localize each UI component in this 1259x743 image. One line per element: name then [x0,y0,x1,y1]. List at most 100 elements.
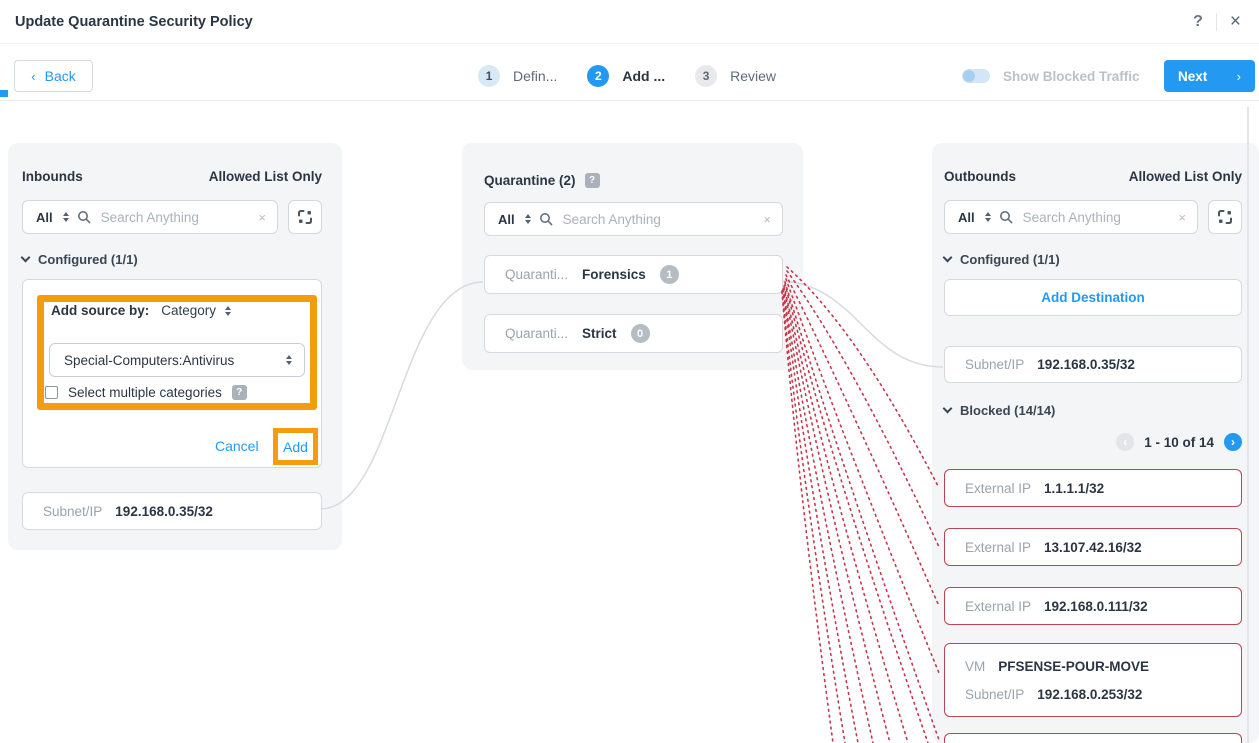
help-icon[interactable]: ? [585,173,600,188]
item-type-label: External IP [965,481,1031,496]
quarantine-item-strict[interactable]: Quaranti... Strict 0 [484,314,783,353]
item-value: 192.168.0.253/32 [1037,687,1142,702]
step-define[interactable]: 1 Defin... [478,65,557,87]
clear-search-icon[interactable]: × [763,212,771,227]
add-source-form: Add source by: Category Special-Computer… [22,279,322,468]
inbound-configured-item[interactable]: Subnet/IP 192.168.0.35/32 [22,492,322,530]
inbounds-panel: Inbounds Allowed List Only All × Configu… [8,143,342,550]
add-button[interactable]: Add [283,439,308,455]
select-arrows-icon [286,355,292,365]
item-type-label: Quaranti... [505,267,568,282]
clear-search-icon[interactable]: × [258,210,266,225]
outbounds-scrollbar[interactable] [1247,107,1249,743]
category-dropdown[interactable]: Special-Computers:Antivirus [49,343,305,377]
clear-search-icon[interactable]: × [1178,210,1186,225]
blocked-traffic-connectors [782,267,939,743]
item-type-label: Quaranti... [505,326,568,341]
next-label: Next [1178,69,1207,84]
filter-sort-icon [985,212,991,222]
cancel-button[interactable]: Cancel [215,438,259,454]
outbounds-searchbox[interactable]: All × [944,200,1198,234]
item-name: Strict [582,326,617,341]
help-icon[interactable]: ? [232,385,247,400]
inbounds-header: Inbounds Allowed List Only [22,169,322,184]
annotation-highlight-add: Add [273,428,318,465]
dialog-title: Update Quarantine Security Policy [15,14,253,30]
inbounds-filter-label[interactable]: All [36,210,53,225]
step-define-number: 1 [478,65,500,87]
outbounds-mode-label: Allowed List Only [1129,169,1242,184]
titlebar-actions: ? × [1193,12,1241,31]
help-icon[interactable]: ? [1193,13,1203,31]
filter-sort-icon [525,214,531,224]
select-multiple-checkbox[interactable] [45,386,58,399]
pagination-prev-icon[interactable]: ‹ [1116,433,1134,451]
item-value: PFSENSE-POUR-MOVE [998,659,1149,674]
outbounds-panel: Outbounds Allowed List Only All × Config… [932,143,1259,743]
outbounds-blocked-section[interactable]: Blocked (14/14) [944,403,1242,418]
item-type-label: Subnet/IP [965,357,1024,372]
pagination-next-icon[interactable]: › [1224,433,1242,451]
show-blocked-traffic-group: Show Blocked Traffic [962,60,1140,92]
quarantine-filter-label[interactable]: All [498,212,515,227]
item-type-label: Subnet/IP [43,504,102,519]
blocked-pagination: ‹ 1 - 10 of 14 › [944,433,1242,451]
item-type-label: Subnet/IP [965,687,1024,702]
filter-sort-icon [63,212,69,222]
outbounds-blocked-label: Blocked (14/14) [960,403,1055,418]
search-icon [77,210,91,224]
blocked-item[interactable]: External IP 13.107.42.16/32 [944,528,1242,566]
inbounds-fit-view-button[interactable] [288,200,322,234]
quarantine-panel: Quarantine (2) ? All × Quaranti... Foren… [462,143,803,370]
toggle-knob [963,70,975,82]
blocked-item-partial[interactable] [944,733,1242,743]
step-add[interactable]: 2 Add ... [587,65,665,87]
blocked-item[interactable]: External IP 1.1.1.1/32 [944,469,1242,507]
outbound-configured-item[interactable]: Subnet/IP 192.168.0.35/32 [944,346,1242,383]
inbounds-search-input[interactable] [99,209,251,226]
step-define-label: Defin... [513,68,557,84]
inbounds-configured-label: Configured (1/1) [38,252,138,267]
left-edge-highlight-artifact [0,90,8,97]
outbounds-filter-label[interactable]: All [958,210,975,225]
step-review[interactable]: 3 Review [695,65,776,87]
add-destination-button[interactable]: Add Destination [944,279,1242,316]
outbounds-configured-section[interactable]: Configured (1/1) [944,252,1242,267]
outbounds-fit-view-button[interactable] [1208,200,1242,234]
back-label: Back [45,68,76,84]
show-blocked-traffic-toggle[interactable] [962,69,990,83]
add-source-by-value: Category [161,303,216,318]
item-value: 192.168.0.35/32 [115,504,213,519]
search-icon [539,212,553,226]
select-arrows-icon [225,306,231,316]
chevron-down-icon [943,404,953,414]
category-dropdown-value: Special-Computers:Antivirus [64,353,234,368]
connector-inbound-to-quarantine [322,282,483,509]
quarantine-search-input[interactable] [561,211,756,228]
quarantine-searchbox[interactable]: All × [484,202,783,236]
blocked-item[interactable]: VM PFSENSE-POUR-MOVE Subnet/IP 192.168.0… [944,643,1242,717]
inbounds-mode-label: Allowed List Only [209,169,322,184]
dialog-titlebar: Update Quarantine Security Policy ? × [0,0,1259,44]
add-source-by-select[interactable]: Category [161,303,231,318]
wizard-stepper: 1 Defin... 2 Add ... 3 Review [478,60,776,92]
quarantine-item-forensics[interactable]: Quaranti... Forensics 1 [484,255,783,294]
outbounds-search-input[interactable] [1021,209,1171,226]
item-value: 192.168.0.111/32 [1044,599,1148,614]
corners-expand-icon [297,209,313,225]
outbounds-search-row: All × [944,200,1242,234]
next-button[interactable]: Next › [1164,60,1255,92]
show-blocked-traffic-label: Show Blocked Traffic [1003,69,1140,84]
connector-quarantine-to-outbound [783,281,943,367]
inbounds-searchbox[interactable]: All × [22,200,278,234]
back-button[interactable]: ‹ Back [14,60,93,92]
add-destination-label: Add Destination [1041,290,1145,305]
step-review-label: Review [730,68,776,84]
blocked-item[interactable]: External IP 192.168.0.111/32 [944,587,1242,625]
pagination-range: 1 - 10 of 14 [1144,435,1214,450]
close-icon[interactable]: × [1230,12,1241,31]
quarantine-header: Quarantine (2) ? [484,173,783,188]
outbounds-header: Outbounds Allowed List Only [944,169,1242,184]
next-chevron-icon: › [1237,69,1241,84]
inbounds-configured-section[interactable]: Configured (1/1) [22,252,322,267]
